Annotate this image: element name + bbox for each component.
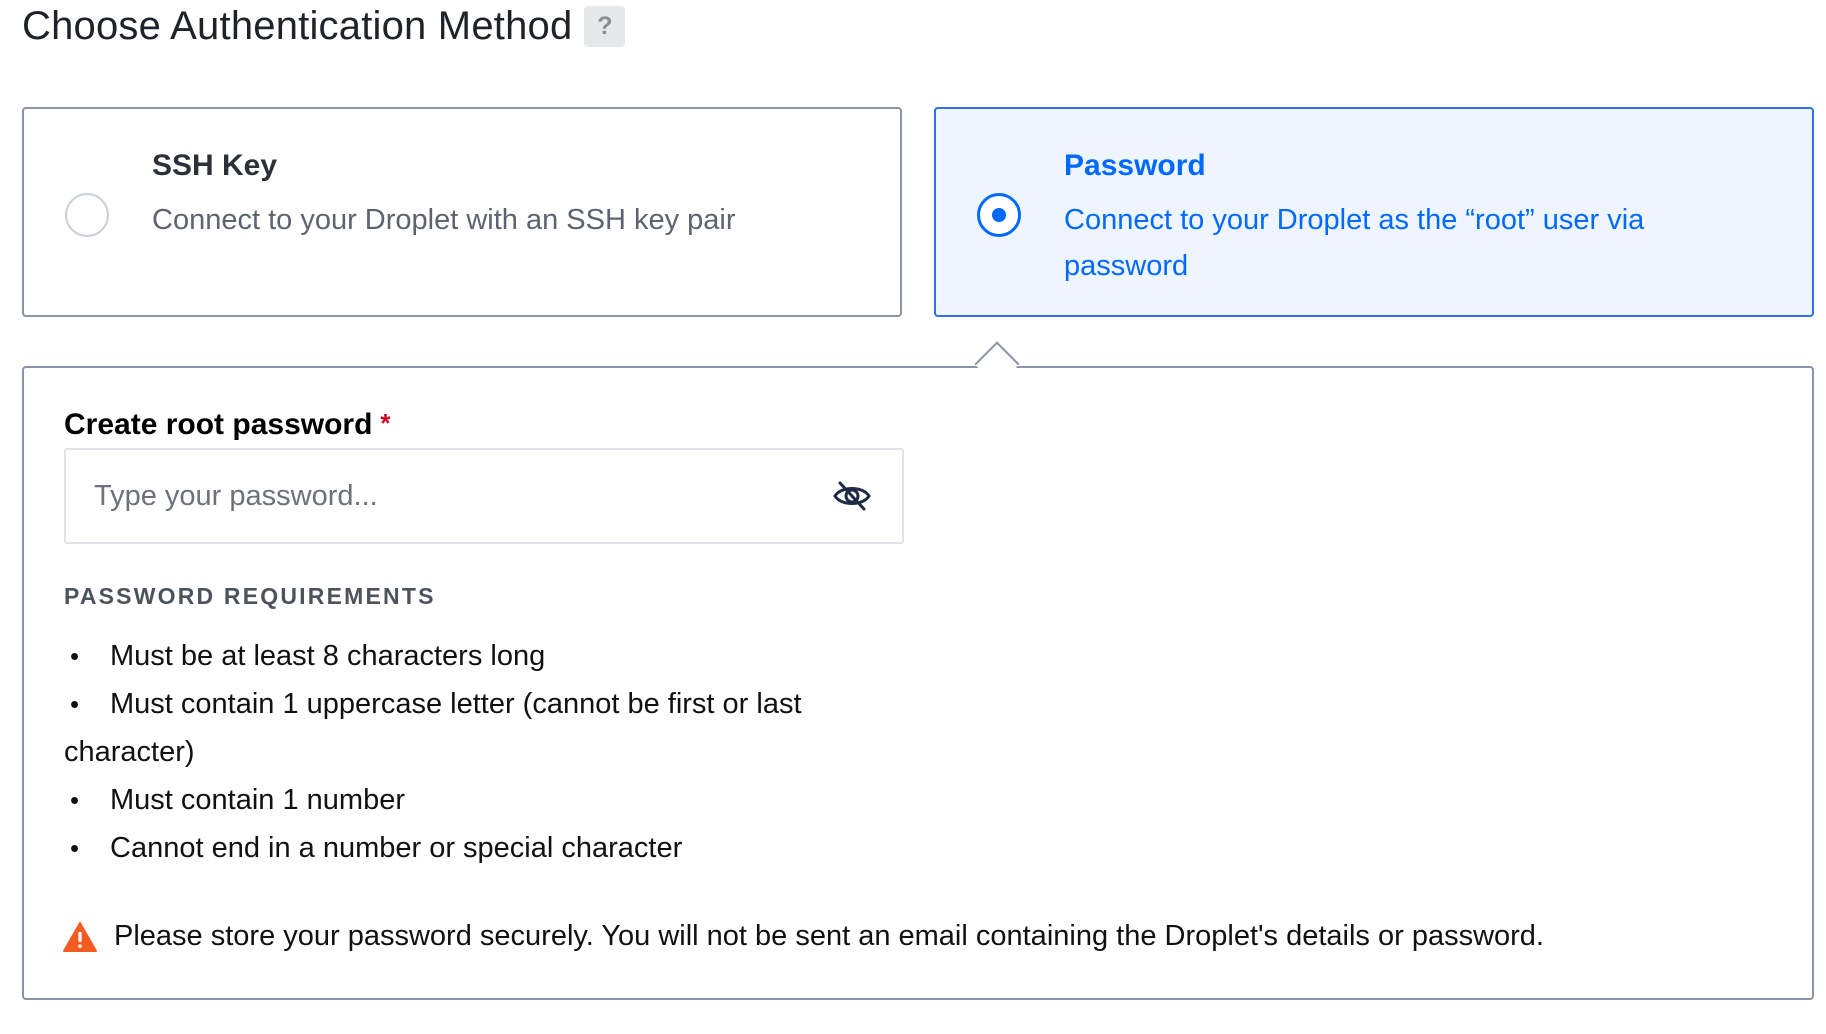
- requirement-item: • Cannot end in a number or special chara…: [64, 824, 884, 872]
- root-password-field: [64, 448, 904, 544]
- password-option-card[interactable]: Password Connect to your Droplet as the …: [934, 107, 1814, 317]
- ssh-key-radio[interactable]: [65, 193, 109, 237]
- requirement-item: • Must be at least 8 characters long: [64, 632, 884, 680]
- eye-slash-icon[interactable]: [832, 478, 872, 514]
- ssh-key-option-card[interactable]: SSH Key Connect to your Droplet with an …: [22, 107, 902, 317]
- root-password-input[interactable]: [66, 450, 902, 542]
- page-title: Choose Authentication Method: [22, 4, 573, 48]
- warning-triangle-icon: [62, 921, 98, 953]
- password-option-title: Password: [1064, 149, 1206, 182]
- password-requirements-heading: PASSWORD REQUIREMENTS: [64, 583, 436, 609]
- requirement-item: • Must contain 1 uppercase letter (cannot…: [64, 680, 884, 776]
- bullet: •: [70, 785, 80, 815]
- password-radio[interactable]: [977, 193, 1021, 237]
- requirement-text: Must contain 1 number: [110, 784, 405, 816]
- requirement-text: Must contain 1 uppercase letter (cannot …: [64, 688, 802, 768]
- requirement-text: Cannot end in a number or special charac…: [110, 832, 683, 864]
- ssh-key-option-title: SSH Key: [152, 149, 278, 182]
- password-option-description: Connect to your Droplet as the “root” us…: [1064, 204, 1645, 282]
- password-warning: Please store your password securely. You…: [62, 920, 1544, 953]
- root-password-label: Create root password *: [64, 408, 391, 442]
- bullet: •: [70, 689, 80, 719]
- help-button[interactable]: ?: [584, 6, 626, 47]
- warning-text: Please store your password securely. You…: [114, 920, 1544, 952]
- section-header: Choose Authentication Method ?: [22, 4, 626, 49]
- root-password-label-text: Create root password: [64, 408, 373, 441]
- bullet: •: [70, 833, 80, 863]
- ssh-key-option-description: Connect to your Droplet with an SSH key …: [152, 204, 736, 236]
- requirement-item: • Must contain 1 number: [64, 776, 884, 824]
- requirement-text: Must be at least 8 characters long: [110, 640, 546, 672]
- bullet: •: [70, 641, 80, 671]
- password-requirements-list: • Must be at least 8 characters long • Mus…: [64, 632, 884, 872]
- required-asterisk: *: [380, 408, 391, 438]
